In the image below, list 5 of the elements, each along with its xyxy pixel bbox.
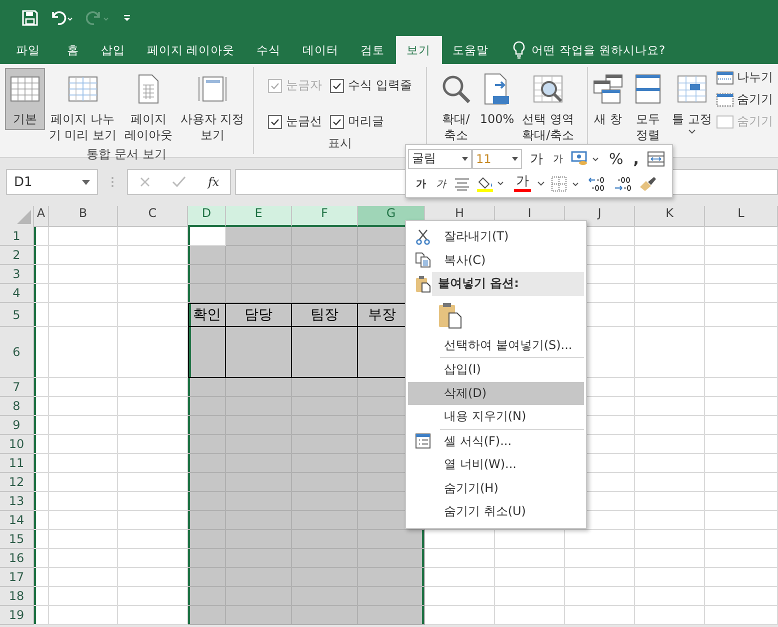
group-label: 통합 문서 보기: [86, 146, 166, 163]
table-cell: 담당: [226, 303, 292, 327]
table-cell: 확인: [188, 303, 226, 327]
group-label: 표시: [328, 135, 352, 152]
table-cell: 팀장: [292, 303, 358, 327]
